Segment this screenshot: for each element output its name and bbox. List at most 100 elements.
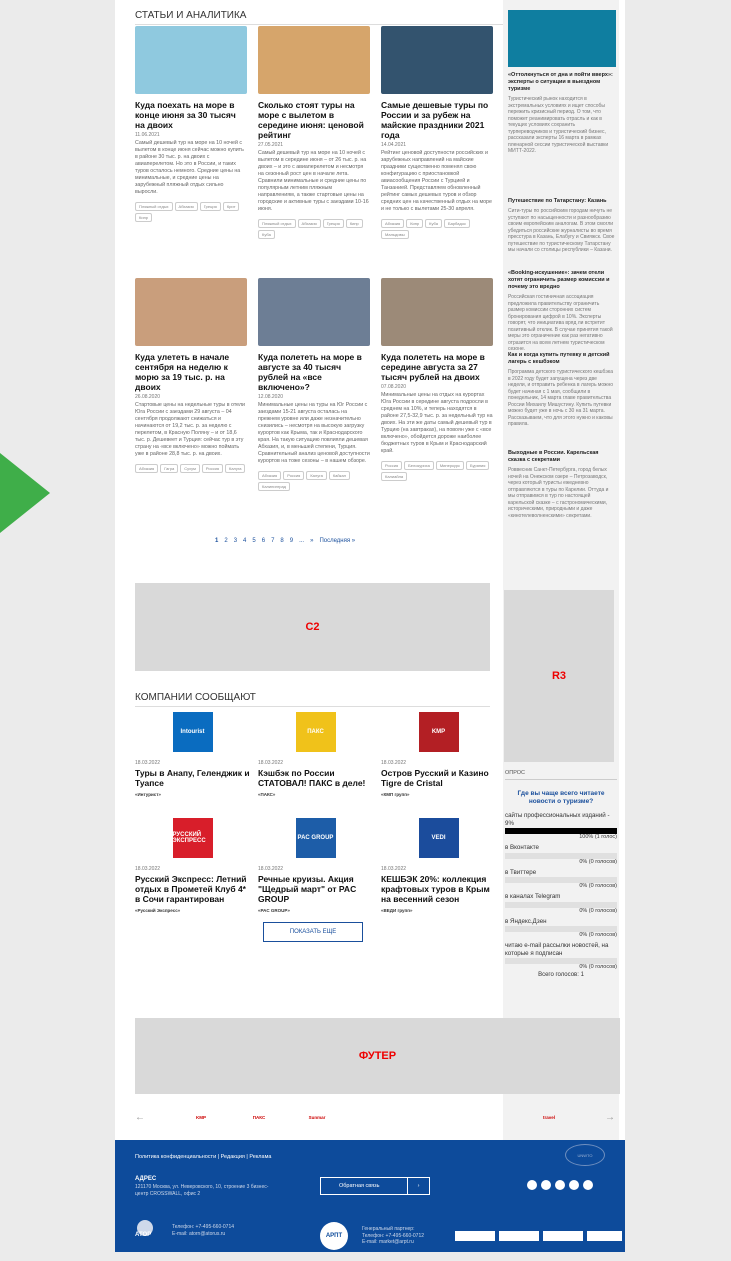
show-more-button[interactable]: ПОКАЗАТЬ ЕЩЕ [263,922,363,942]
tag-link[interactable]: Калуга [225,464,246,473]
company-logo[interactable]: РУССКИЙ ЭКСПРЕСС [172,818,213,858]
tag-link[interactable]: Кипр [406,219,424,228]
article-thumbnail[interactable] [381,278,493,346]
pager-link[interactable]: 4 [243,538,246,544]
tag-link[interactable]: Россия [381,461,403,470]
company-news-title[interactable]: Речные круизы. Акция "Щедрый март" от PA… [258,874,373,904]
article-title[interactable]: Куда поехать на море в конце июня за 30 … [135,100,247,130]
company-news-card[interactable]: PAC GROUP 18.03.2022 Речные круизы. Акци… [258,818,373,913]
arrow-left-icon[interactable]: ← [135,1112,145,1123]
company-news-card[interactable]: VEDI 18.03.2022 КЕШБЭК 20%: коллекция кр… [381,818,496,913]
article-title[interactable]: Куда улететь в начале сентября на неделю… [135,352,247,392]
poll-option[interactable]: в Твиттере 0% (0 голосов) [505,869,617,889]
tag-link[interactable]: Белокуриха [404,461,434,470]
tag-link[interactable]: Минеркурс [435,461,465,470]
partner-logo[interactable] [477,1110,505,1124]
poll-option[interactable]: в Вконтакте 0% (0 голосов) [505,844,617,865]
partner-logo[interactable] [419,1110,447,1124]
counter-3[interactable] [543,1231,583,1241]
tag-link[interactable]: Буряпия [466,461,490,470]
article-thumbnail[interactable] [381,26,493,94]
tag-link[interactable]: Абхазия [297,219,321,228]
email-link[interactable]: E-mail: atorn@atorus.ru [172,1231,234,1238]
yandex-counter[interactable] [455,1231,495,1241]
tag-link[interactable]: Абхазия [258,471,282,480]
company-news-card[interactable]: KMP 18.03.2022 Остров Русский и Казино T… [381,712,496,797]
article-title[interactable]: Куда полететь на море в августе за 40 ты… [258,352,370,392]
article-thumbnail[interactable] [258,278,370,346]
company-news-title[interactable]: Русский Экспресс: Летний отдых в Промете… [135,874,250,904]
pager-link[interactable]: 2 [224,538,227,544]
tag-link[interactable]: Куба [425,219,442,228]
poll-option[interactable]: сайты профессиональных изданий - 9% 100%… [505,812,617,840]
article-thumbnail[interactable] [258,26,370,94]
tag-link[interactable]: Кипр [345,219,363,228]
tag-link[interactable]: Россия [283,471,305,480]
pager-link[interactable]: 6 [262,538,265,544]
company-logo[interactable]: KMP [418,712,459,752]
tag-link[interactable]: Мальдивы [381,230,409,239]
ok-icon[interactable] [527,1180,537,1190]
sidebar-article-title[interactable]: Выходные в России. Карельская сказка с с… [508,450,616,464]
feedback-button[interactable]: Обратная связь › [320,1177,430,1195]
tag-link[interactable]: Греция [322,219,344,228]
company-logo[interactable]: Intourist [172,712,213,752]
partner-logo[interactable]: Sunmar [303,1110,331,1124]
gen-email[interactable]: E-mail: market@arpt.ru [362,1239,424,1246]
tag-link[interactable]: Абхазия [174,202,198,211]
tag-link[interactable]: Кайкал [328,471,350,480]
counter-4[interactable] [587,1231,622,1241]
tag-link[interactable]: Гагра [160,464,179,473]
article-card[interactable]: Куда улететь в начале сентября на неделю… [135,278,247,473]
company-logo[interactable]: PAC GROUP [295,818,336,858]
article-card[interactable]: Куда полететь на море в середине августа… [381,278,493,481]
sidebar-article[interactable]: «Booking-искушение»: зачем отели хотят о… [508,270,616,353]
article-title[interactable]: Сколько стоят туры на море с вылетом в с… [258,100,370,140]
tag-link[interactable]: Калуга [306,471,327,480]
sidebar-article-title[interactable]: Как и когда купить путевку в детский лаг… [508,352,616,366]
article-thumbnail[interactable] [135,26,247,94]
pager-link[interactable]: 8 [280,538,283,544]
article-thumbnail[interactable] [135,278,247,346]
pager-link[interactable]: Последняя » [319,538,355,544]
sidebar-article-title[interactable]: Путешествие по Татарстану: Казань [508,198,616,205]
poll-option[interactable]: в Яндекс.Дзен 0% (0 голосов) [505,918,617,938]
pager-link[interactable]: 1 [215,538,218,544]
tag-link[interactable]: Россия [201,464,223,473]
company-news-title[interactable]: Остров Русский и Казино Tigre de Cristal [381,768,496,788]
pager-link[interactable]: 7 [271,538,274,544]
sidebar-article[interactable]: Выходные в России. Карельская сказка с с… [508,450,616,519]
pager-link[interactable]: 9 [290,538,293,544]
sidebar-article[interactable]: Как и когда купить путевку в детский лаг… [508,352,616,428]
tag-link[interactable]: Барбадос [443,219,471,228]
sidebar-article[interactable]: «Оттолкнуться от дна и пойти вверх»: экс… [508,72,616,155]
company-news-card[interactable]: Intourist 18.03.2022 Туры в Анапу, Гелен… [135,712,250,797]
telegram-icon[interactable] [583,1180,593,1190]
sidebar-article-title[interactable]: «Оттолкнуться от дна и пойти вверх»: экс… [508,72,616,93]
tag-link[interactable]: Абхазия [381,219,405,228]
partner-logo[interactable]: ПАКС [245,1110,273,1124]
poll-option[interactable]: в каналах Telegram 0% (0 голосов) [505,893,617,914]
company-logo[interactable]: ПАКС [295,712,336,752]
article-title[interactable]: Куда полететь на море в середине августа… [381,352,493,382]
pager-link[interactable]: » [310,538,313,544]
sidebar-thumb[interactable] [508,10,616,67]
article-title[interactable]: Самые дешевые туры по России и за рубеж … [381,100,493,140]
arrow-right-icon[interactable]: → [605,1112,615,1123]
company-news-card[interactable]: РУССКИЙ ЭКСПРЕСС 18.03.2022 Русский Эксп… [135,818,250,913]
sidebar-article-title[interactable]: «Booking-искушение»: зачем отели хотят о… [508,270,616,291]
odnoklassniki-icon[interactable] [569,1180,579,1190]
tag-link[interactable]: Калининград [258,482,291,491]
partner-logo[interactable] [361,1110,389,1124]
article-card[interactable]: Куда поехать на море в конце июня за 30 … [135,26,247,222]
pager-link[interactable]: 3 [234,538,237,544]
company-news-title[interactable]: Кэшбэк по России СТАТОВАЛ! ПАКС в деле! [258,768,373,788]
tag-link[interactable]: Крит [222,202,240,211]
tag-link[interactable]: Кипр [135,213,152,222]
tag-link[interactable]: Куба [258,230,275,239]
partner-logo[interactable]: travel [535,1110,563,1124]
tag-link[interactable]: Калиайла [381,472,408,481]
tag-link[interactable]: Абхазия [135,464,159,473]
tag-link[interactable]: Пляжный отдых [135,202,173,211]
pager-link[interactable]: ... [299,538,304,544]
